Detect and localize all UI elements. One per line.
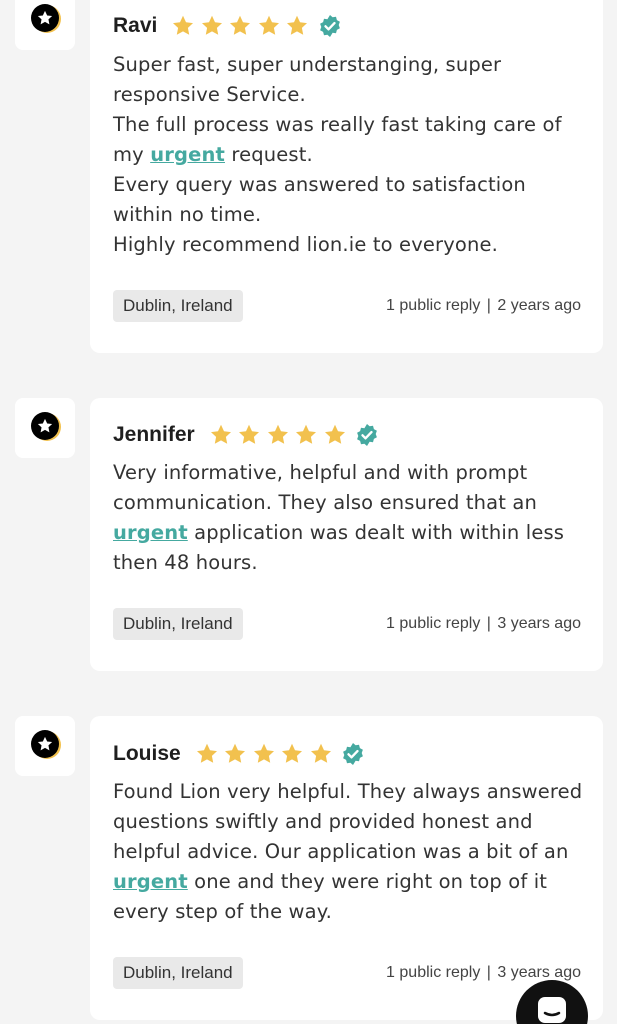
- review-paragraph: Found Lion very helpful. They always ans…: [113, 780, 583, 923]
- star-icon: [258, 15, 279, 35]
- review-text: Very informative, helpful and with promp…: [113, 458, 583, 578]
- reviews-page: Ravi Super fast, super understanging, su…: [0, 0, 617, 1024]
- meta-separator: |: [486, 297, 491, 314]
- reviewer-avatar: [15, 716, 75, 776]
- star-icon: [173, 15, 194, 35]
- reviewer-name: Louise: [113, 742, 181, 765]
- review-meta: 1 public reply | 3 years ago: [386, 608, 581, 640]
- review-header: Louise: [113, 739, 365, 769]
- star-icon: [296, 424, 317, 444]
- review-text: Super fast, super understanging, super r…: [113, 50, 583, 260]
- star-icon: [210, 424, 231, 444]
- meta-separator: |: [486, 615, 491, 632]
- star-icon: [239, 424, 260, 444]
- review-card: Louise Found Lion very helpful. They alw…: [90, 716, 603, 1020]
- star-icon: [287, 15, 308, 35]
- public-reply-link[interactable]: 1 public reply: [386, 297, 480, 314]
- location-tag: Dublin, Ireland: [113, 957, 243, 989]
- reviewer-avatar: [15, 0, 75, 50]
- star-icon: [282, 743, 303, 763]
- rating-stars: [209, 423, 352, 447]
- location-tag: Dublin, Ireland: [113, 290, 243, 322]
- rating-stars: [171, 14, 314, 38]
- verified-check-icon: [318, 14, 342, 38]
- star-icon: [196, 743, 217, 763]
- reviewer-name: Ravi: [113, 14, 158, 37]
- meta-separator: |: [486, 964, 491, 981]
- star-icon: [225, 743, 246, 763]
- review-paragraph: Every query was answered to satisfaction…: [113, 173, 526, 226]
- review-age: 2 years ago: [497, 297, 581, 314]
- urgent-link[interactable]: urgent: [113, 521, 188, 544]
- star-badge-icon: [31, 730, 59, 758]
- star-icon: [267, 424, 288, 444]
- review-header: Jennifer: [113, 420, 379, 450]
- review-header: Ravi: [113, 11, 342, 41]
- review-card: Jennifer Very informative, helpful and w…: [90, 398, 603, 671]
- rating-stars: [195, 742, 338, 766]
- review-paragraph: The full process was really fast taking …: [113, 113, 562, 166]
- star-icon: [201, 15, 222, 35]
- verified-check-icon: [341, 742, 365, 766]
- public-reply-link[interactable]: 1 public reply: [386, 615, 480, 632]
- review-age: 3 years ago: [497, 964, 581, 981]
- location-tag: Dublin, Ireland: [113, 608, 243, 640]
- star-badge-icon: [31, 4, 59, 32]
- review-paragraph: Highly recommend lion.ie to everyone.: [113, 233, 498, 256]
- review-meta: 1 public reply | 2 years ago: [386, 290, 581, 322]
- chat-icon: [538, 997, 566, 1023]
- star-badge-icon: [31, 412, 59, 440]
- star-icon: [324, 424, 345, 444]
- reviewer-name: Jennifer: [113, 423, 195, 446]
- star-icon: [230, 15, 251, 35]
- star-icon: [253, 743, 274, 763]
- verified-check-icon: [355, 423, 379, 447]
- review-paragraph: Very informative, helpful and with promp…: [113, 461, 565, 574]
- review-card: Ravi Super fast, super understanging, su…: [90, 0, 603, 353]
- review-paragraph: Super fast, super understanging, super r…: [113, 53, 502, 106]
- review-text: Found Lion very helpful. They always ans…: [113, 777, 583, 927]
- reviewer-avatar: [15, 398, 75, 458]
- urgent-link[interactable]: urgent: [150, 143, 225, 166]
- urgent-link[interactable]: urgent: [113, 870, 188, 893]
- public-reply-link[interactable]: 1 public reply: [386, 964, 480, 981]
- star-icon: [310, 743, 331, 763]
- review-age: 3 years ago: [497, 615, 581, 632]
